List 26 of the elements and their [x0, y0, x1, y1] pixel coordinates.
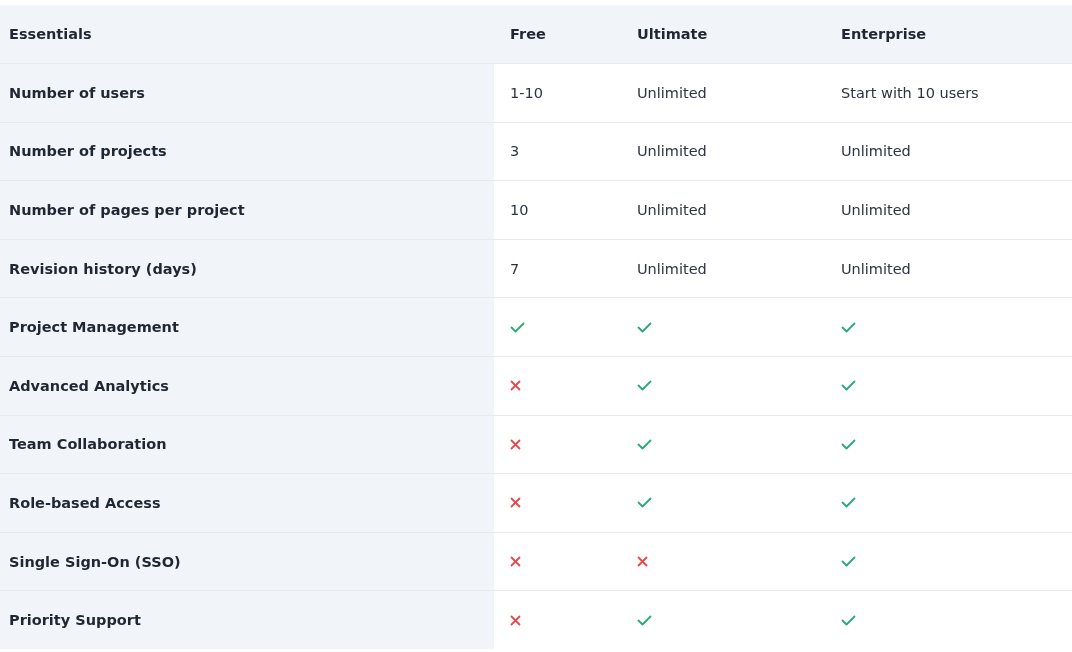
table-cell: Unlimited: [841, 202, 911, 218]
table-cell: Unlimited: [637, 202, 707, 218]
feature-label: Number of pages per project: [9, 202, 245, 218]
table-cell: Start with 10 users: [841, 84, 979, 101]
table-cell: 7: [510, 260, 520, 277]
table-cell: 10: [510, 202, 529, 218]
column-header: Free: [510, 26, 546, 42]
feature-label: Team Collaboration: [9, 436, 167, 453]
table-cell: Unlimited: [637, 84, 707, 101]
table-cell: 1-10: [510, 84, 543, 101]
feature-label: Advanced Analytics: [9, 377, 169, 394]
feature-label: Number of projects: [9, 143, 167, 160]
feature-label: Revision history (days): [9, 260, 197, 277]
table-cell: Unlimited: [637, 260, 707, 277]
column-header: Ultimate: [637, 26, 708, 42]
table-cell: Unlimited: [841, 260, 911, 277]
table-cell: 3: [510, 143, 520, 160]
column-header: Enterprise: [841, 26, 927, 42]
table-cell: Unlimited: [637, 143, 707, 160]
table-cell: Unlimited: [841, 143, 911, 160]
feature-label: Number of users: [9, 84, 145, 101]
column-header: Essentials: [9, 26, 92, 42]
feature-label: Single Sign-On (SSO): [9, 553, 181, 570]
feature-label: Priority Support: [9, 612, 141, 629]
feature-label: Role-based Access: [9, 494, 161, 511]
feature-label: Project Management: [9, 319, 179, 336]
